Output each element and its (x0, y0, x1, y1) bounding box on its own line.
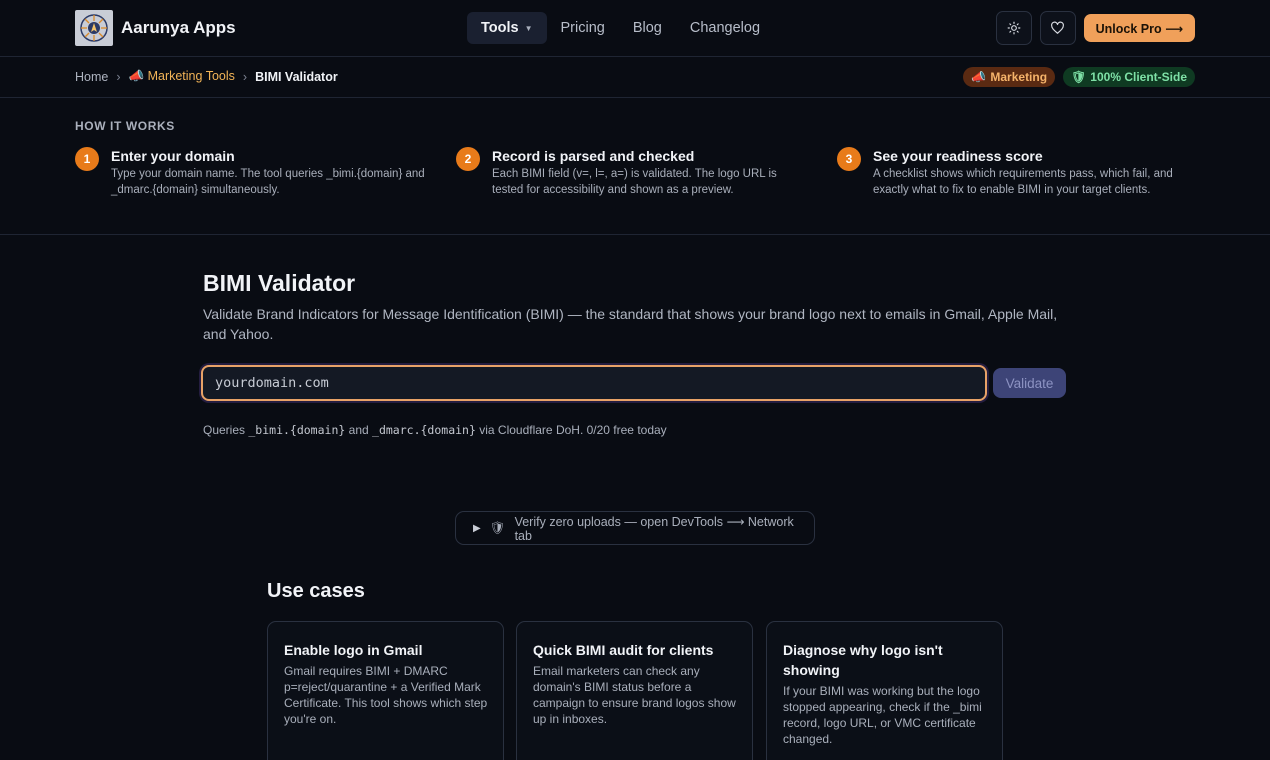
nav-blog[interactable]: Blog (619, 12, 676, 44)
client-side-badge-label: 100% Client-Side (1090, 70, 1187, 84)
use-case-title: Enable logo in Gmail (284, 642, 423, 658)
use-cases-title: Use cases (267, 580, 365, 602)
step-number: 1 (75, 147, 99, 171)
nav-tools[interactable]: Tools ▼ (467, 12, 547, 44)
use-case-card: Diagnose why logo isn't showing If your … (766, 621, 1003, 760)
use-case-description: Email marketers can check any domain's B… (533, 664, 736, 726)
theme-toggle-button[interactable] (995, 11, 1032, 45)
breadcrumb-marketing-tools[interactable]: 📣 Marketing Tools (129, 69, 235, 84)
hint-prefix: Queries (203, 423, 246, 437)
step-title: Record is parsed and checked (492, 148, 695, 164)
use-case-card: Quick BIMI audit for clients Email marke… (516, 621, 753, 760)
use-case-description: If your BIMI was working but the logo st… (783, 684, 982, 746)
use-case-card: Enable logo in Gmail Gmail requires BIMI… (267, 621, 504, 760)
step-description: Each BIMI field (v=, l=, a=) is validate… (492, 168, 777, 196)
megaphone-icon: 📣 (971, 70, 987, 84)
hint-and: and (348, 423, 369, 437)
hint-dmarc-record: _dmarc.{domain} (372, 423, 476, 437)
use-case-title: Quick BIMI audit for clients (533, 642, 714, 658)
step-description: A checklist shows which requirements pas… (873, 168, 1173, 196)
megaphone-icon: 📣 (128, 69, 145, 83)
client-side-badge: 🛡 100% Client-Side (1063, 67, 1195, 87)
marketing-badge: 📣 Marketing (963, 67, 1056, 87)
query-hint: Queries _bimi.{domain} and _dmarc.{domai… (203, 423, 667, 437)
favorite-button[interactable] (1039, 11, 1076, 45)
badges: 📣 Marketing 🛡 100% Client-Side (963, 67, 1195, 87)
how-it-works-title: HOW IT WORKS (75, 119, 175, 133)
app-logo-icon (75, 10, 113, 46)
step-description: Type your domain name. The tool queries … (111, 168, 425, 196)
breadcrumb-tools-label: Marketing Tools (147, 69, 235, 83)
chevron-down-icon: ▼ (524, 23, 533, 33)
shield-icon: 🛡 (1071, 70, 1087, 84)
verify-label: Verify zero uploads — open DevTools ⟶ Ne… (514, 514, 794, 543)
breadcrumb-current: BIMI Validator (255, 69, 338, 84)
nav-pricing[interactable]: Pricing (547, 12, 619, 44)
validate-button[interactable]: Validate (993, 368, 1066, 398)
verify-uploads-toggle[interactable]: ▶ 🛡 Verify zero uploads — open DevTools … (455, 511, 815, 545)
nav-changelog[interactable]: Changelog (676, 12, 774, 44)
step-title: See your readiness score (873, 148, 1043, 164)
heart-icon (1051, 21, 1065, 34)
marketing-badge-label: Marketing (990, 70, 1048, 84)
main-nav: Tools ▼ Pricing Blog Changelog (467, 12, 774, 44)
unlock-pro-button[interactable]: Unlock Pro ⟶ (1083, 14, 1195, 42)
how-it-works: HOW IT WORKS 1 Enter your domain Type yo… (0, 98, 1270, 235)
page-title: BIMI Validator (203, 270, 356, 296)
sun-icon (1007, 21, 1021, 35)
breadcrumb: Home › 📣 Marketing Tools › BIMI Validato… (75, 69, 338, 84)
breadcrumb-separator: › (242, 69, 248, 84)
hint-bimi-record: _bimi.{domain} (248, 423, 346, 437)
domain-input-wrapper (201, 365, 987, 401)
use-case-description: Gmail requires BIMI + DMARC p=reject/qua… (284, 664, 488, 726)
top-header: Aarunya Apps Tools ▼ Pricing Blog Change… (0, 0, 1270, 57)
brand-name: Aarunya Apps (121, 18, 236, 37)
step-number: 3 (837, 147, 861, 171)
use-case-title: Diagnose why logo isn't showing (783, 642, 943, 678)
breadcrumb-home[interactable]: Home (75, 70, 108, 84)
step-number: 2 (456, 147, 480, 171)
header-actions: Unlock Pro ⟶ (995, 11, 1195, 45)
hint-suffix: via Cloudflare DoH. 0/20 free today (479, 423, 667, 437)
play-icon: ▶ (473, 522, 481, 534)
shield-icon: 🛡 (489, 520, 506, 535)
page-description: Validate Brand Indicators for Message Id… (203, 306, 1058, 342)
breadcrumb-separator: › (116, 69, 121, 84)
brand[interactable]: Aarunya Apps (75, 10, 236, 46)
breadcrumb-bar: Home › 📣 Marketing Tools › BIMI Validato… (0, 57, 1270, 98)
step-title: Enter your domain (111, 148, 235, 164)
nav-tools-label: Tools (481, 20, 519, 36)
domain-input[interactable] (215, 375, 985, 391)
